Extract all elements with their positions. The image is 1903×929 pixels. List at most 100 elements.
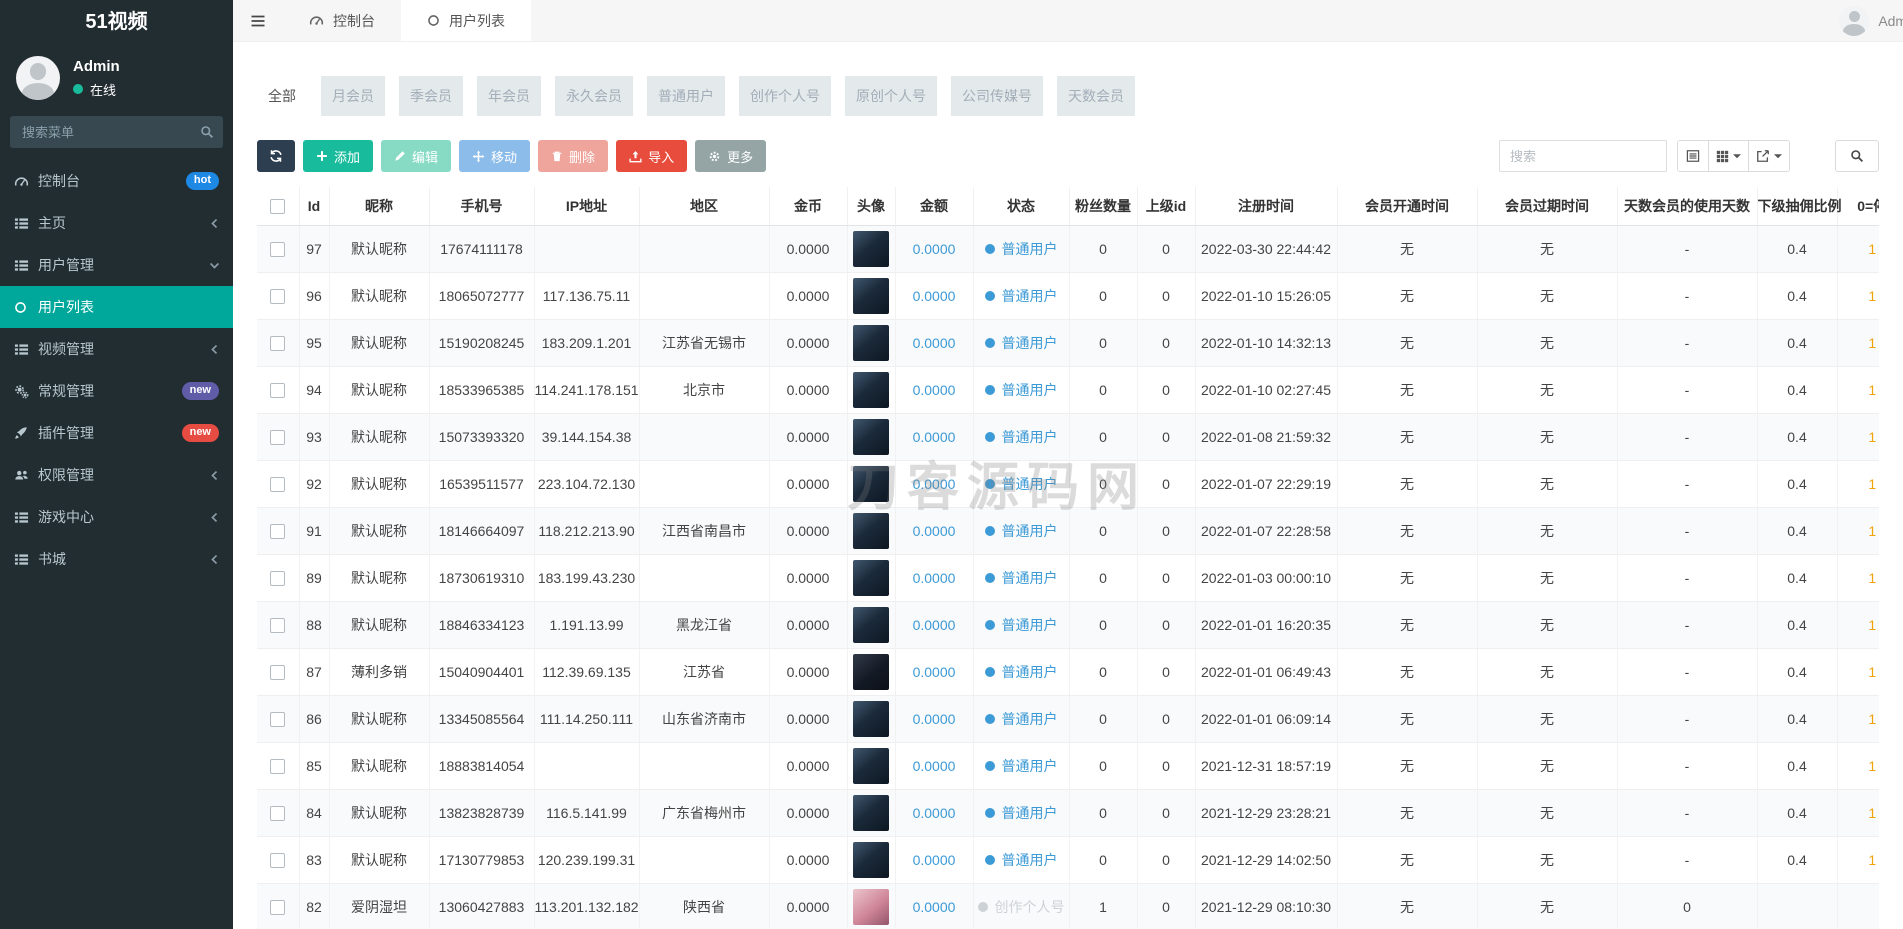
- row-checkbox[interactable]: [270, 336, 285, 351]
- status-badge[interactable]: 普通用户: [985, 568, 1058, 588]
- column-header-nickname[interactable]: 昵称: [329, 187, 429, 225]
- search-button[interactable]: [1835, 140, 1879, 172]
- status-badge[interactable]: 普通用户: [985, 615, 1058, 635]
- column-header-phone[interactable]: 手机号: [429, 187, 534, 225]
- column-header-flag[interactable]: 0=停: [1837, 187, 1879, 225]
- status-badge[interactable]: 创作个人号: [978, 897, 1065, 917]
- amount-link[interactable]: 0.0000: [913, 617, 956, 633]
- amount-link[interactable]: 0.0000: [913, 711, 956, 727]
- sidebar-item-plugin-mgmt[interactable]: 插件管理new: [0, 412, 233, 454]
- topbar-user-menu[interactable]: Admin: [1839, 0, 1903, 42]
- filter-tab-6[interactable]: 创作个人号: [739, 76, 831, 116]
- amount-link[interactable]: 0.0000: [913, 429, 956, 445]
- user-avatar-image[interactable]: [853, 842, 889, 878]
- more-button[interactable]: 更多: [695, 140, 766, 172]
- filter-tab-1[interactable]: 月会员: [321, 76, 385, 116]
- tab-user-list[interactable]: 用户列表: [401, 0, 531, 41]
- row-checkbox[interactable]: [270, 759, 285, 774]
- status-badge[interactable]: 普通用户: [985, 521, 1058, 541]
- sidebar-item-general-mgmt[interactable]: 常规管理new: [0, 370, 233, 412]
- status-badge[interactable]: 普通用户: [985, 850, 1058, 870]
- status-badge[interactable]: 普通用户: [985, 239, 1058, 259]
- column-header-fans[interactable]: 粉丝数量: [1069, 187, 1137, 225]
- user-avatar-image[interactable]: [853, 795, 889, 831]
- row-checkbox[interactable]: [270, 477, 285, 492]
- import-button[interactable]: 导入: [616, 140, 687, 172]
- amount-link[interactable]: 0.0000: [913, 476, 956, 492]
- column-header-amount[interactable]: 金额: [895, 187, 973, 225]
- amount-link[interactable]: 0.0000: [913, 758, 956, 774]
- column-header-coins[interactable]: 金币: [769, 187, 847, 225]
- user-avatar-image[interactable]: [853, 325, 889, 361]
- table-search-input[interactable]: [1499, 140, 1667, 172]
- sidebar-item-book-city[interactable]: 书城: [0, 538, 233, 580]
- refresh-button[interactable]: [257, 140, 295, 172]
- edit-button[interactable]: 编辑: [381, 140, 451, 172]
- user-avatar-image[interactable]: [853, 607, 889, 643]
- filter-tab-3[interactable]: 年会员: [477, 76, 541, 116]
- column-header-commission[interactable]: 下级抽佣比例: [1757, 187, 1837, 225]
- sidebar-item-user-mgmt[interactable]: 用户管理: [0, 244, 233, 286]
- user-avatar-image[interactable]: [853, 560, 889, 596]
- column-header-days_used[interactable]: 天数会员的使用天数: [1617, 187, 1757, 225]
- filter-tab-4[interactable]: 永久会员: [555, 76, 633, 116]
- add-button[interactable]: 添加: [303, 140, 373, 172]
- column-header-vip_start[interactable]: 会员开通时间: [1337, 187, 1477, 225]
- row-checkbox[interactable]: [270, 712, 285, 727]
- amount-link[interactable]: 0.0000: [913, 241, 956, 257]
- column-header-parent_id[interactable]: 上级id: [1137, 187, 1195, 225]
- column-header-checkbox[interactable]: [257, 187, 299, 225]
- status-badge[interactable]: 普通用户: [985, 333, 1058, 353]
- sidebar-item-video-mgmt[interactable]: 视频管理: [0, 328, 233, 370]
- user-avatar-image[interactable]: [853, 654, 889, 690]
- status-badge[interactable]: 普通用户: [985, 474, 1058, 494]
- status-badge[interactable]: 普通用户: [985, 803, 1058, 823]
- status-badge[interactable]: 普通用户: [985, 709, 1058, 729]
- amount-link[interactable]: 0.0000: [913, 335, 956, 351]
- column-header-ip[interactable]: IP地址: [534, 187, 639, 225]
- filter-tab-8[interactable]: 公司传媒号: [951, 76, 1043, 116]
- sidebar-item-game-center[interactable]: 游戏中心: [0, 496, 233, 538]
- column-header-id[interactable]: Id: [299, 187, 329, 225]
- row-checkbox[interactable]: [270, 853, 285, 868]
- row-checkbox[interactable]: [270, 806, 285, 821]
- amount-link[interactable]: 0.0000: [913, 899, 956, 915]
- sidebar-item-perm-mgmt[interactable]: 权限管理: [0, 454, 233, 496]
- row-checkbox[interactable]: [270, 618, 285, 633]
- row-checkbox[interactable]: [270, 289, 285, 304]
- select-all-checkbox[interactable]: [270, 199, 285, 214]
- status-badge[interactable]: 普通用户: [985, 286, 1058, 306]
- delete-button[interactable]: 删除: [538, 140, 608, 172]
- filter-tab-9[interactable]: 天数会员: [1057, 76, 1135, 116]
- columns-button[interactable]: [1708, 141, 1748, 171]
- amount-link[interactable]: 0.0000: [913, 805, 956, 821]
- filter-tab-5[interactable]: 普通用户: [647, 76, 725, 116]
- amount-link[interactable]: 0.0000: [913, 288, 956, 304]
- move-button[interactable]: 移动: [459, 140, 530, 172]
- sidebar-item-user-list[interactable]: 用户列表: [0, 286, 233, 328]
- column-header-vip_end[interactable]: 会员过期时间: [1477, 187, 1617, 225]
- sidebar-item-home[interactable]: 主页: [0, 202, 233, 244]
- column-header-status[interactable]: 状态: [973, 187, 1069, 225]
- row-checkbox[interactable]: [270, 524, 285, 539]
- status-badge[interactable]: 普通用户: [985, 662, 1058, 682]
- amount-link[interactable]: 0.0000: [913, 852, 956, 868]
- user-avatar-image[interactable]: [853, 278, 889, 314]
- sidebar-search-input[interactable]: [10, 116, 223, 148]
- user-avatar-image[interactable]: [853, 231, 889, 267]
- column-header-reg_time[interactable]: 注册时间: [1195, 187, 1337, 225]
- detail-view-button[interactable]: [1678, 141, 1708, 171]
- user-avatar-image[interactable]: [853, 372, 889, 408]
- amount-link[interactable]: 0.0000: [913, 664, 956, 680]
- status-badge[interactable]: 普通用户: [985, 380, 1058, 400]
- export-button[interactable]: [1748, 141, 1789, 171]
- row-checkbox[interactable]: [270, 383, 285, 398]
- row-checkbox[interactable]: [270, 430, 285, 445]
- user-avatar-image[interactable]: [853, 419, 889, 455]
- user-avatar-image[interactable]: [853, 513, 889, 549]
- column-header-region[interactable]: 地区: [639, 187, 769, 225]
- sidebar-item-console[interactable]: 控制台hot: [0, 160, 233, 202]
- tab-console[interactable]: 控制台: [283, 0, 401, 41]
- filter-tab-2[interactable]: 季会员: [399, 76, 463, 116]
- amount-link[interactable]: 0.0000: [913, 570, 956, 586]
